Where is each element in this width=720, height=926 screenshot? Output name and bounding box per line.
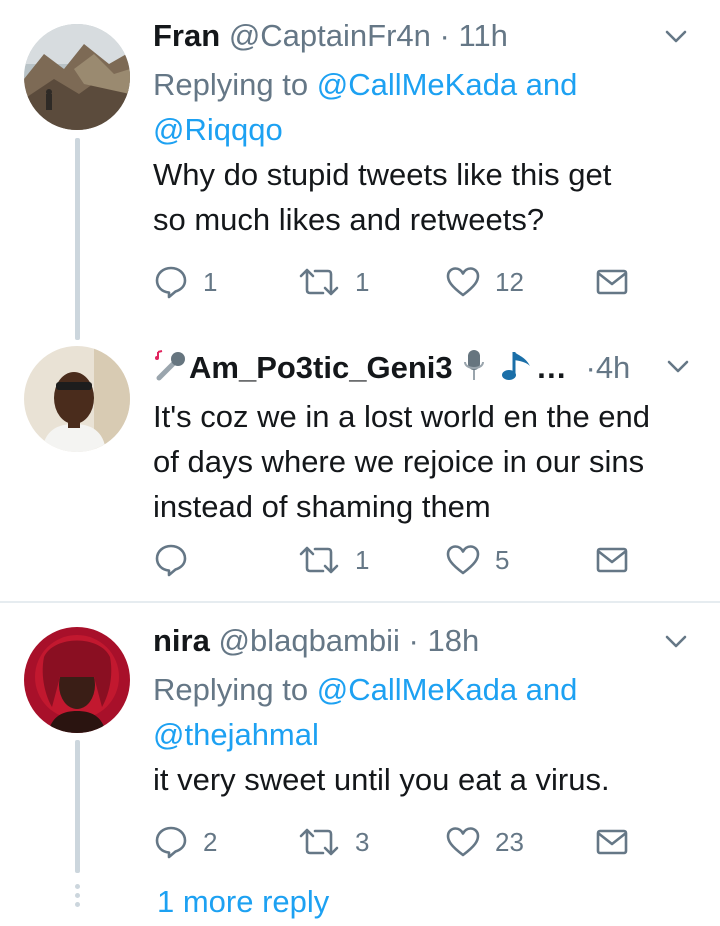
name-ellipsis: … <box>535 350 567 386</box>
reply-icon <box>153 824 189 860</box>
replying-to-label: Replying to <box>153 672 309 707</box>
retweet-icon <box>297 824 341 860</box>
more-replies-link[interactable]: 1 more reply <box>157 884 329 920</box>
direct-message-button[interactable] <box>595 540 629 580</box>
tweet-text: it very sweet until you eat a virus. <box>153 757 693 802</box>
separator: · <box>585 350 596 386</box>
tweet-1[interactable]: Fran @CaptainFr4n · 11h Replying to @Cal… <box>0 0 720 340</box>
tweet-actions: 1 5 <box>153 540 633 580</box>
reply-icon <box>153 542 189 578</box>
retweet-count: 1 <box>355 266 370 297</box>
display-name[interactable]: Am_Po3tic_Geni3 <box>189 350 453 385</box>
timestamp[interactable]: 4h <box>596 350 630 385</box>
tweet-text: It's coz we in a lost world en the end o… <box>153 394 693 529</box>
avatar[interactable] <box>24 627 130 733</box>
tweet-header: Am_Po3tic_Geni3 … ·4h <box>153 348 693 392</box>
reply-icon <box>153 264 189 300</box>
tweet-text-line: It's coz we in a lost world en the end <box>153 399 651 434</box>
direct-message-icon <box>595 267 629 297</box>
like-icon <box>445 824 481 860</box>
avatar[interactable] <box>24 24 130 130</box>
chevron-down-icon[interactable] <box>659 22 693 52</box>
chevron-down-icon[interactable] <box>659 627 693 657</box>
avatar[interactable] <box>24 346 130 452</box>
tweet-3[interactable]: nira @blaqbambii · 18h Replying to @Call… <box>0 603 720 926</box>
reply-count: 2 <box>203 826 218 857</box>
separator: · <box>439 18 450 53</box>
tweet-text-line: of days where we rejoice in our sins <box>153 444 645 479</box>
replying-to-line2: @thejahmal <box>153 712 693 757</box>
mention-link[interactable]: @Riqqqo <box>153 112 283 147</box>
replying-to: Replying to @CallMeKada and <box>153 667 693 712</box>
replying-to-label: Replying to <box>153 67 309 102</box>
retweet-icon <box>297 264 341 300</box>
direct-message-button[interactable] <box>595 822 629 862</box>
thread-line <box>75 740 80 873</box>
tweet-2[interactable]: Am_Po3tic_Geni3 … ·4h It's coz we in a l… <box>0 320 720 602</box>
direct-message-button[interactable] <box>595 262 629 302</box>
mention-link[interactable]: @CallMeKada and <box>317 672 578 707</box>
like-count: 23 <box>495 826 524 857</box>
tweet-header: nira @blaqbambii · 18h <box>153 623 693 659</box>
like-button[interactable]: 12 <box>445 262 524 302</box>
retweet-count: 3 <box>355 826 370 857</box>
reply-count: 1 <box>203 266 218 297</box>
thread-line <box>75 138 80 340</box>
tweet-text-line: instead of shaming them <box>153 489 491 524</box>
chevron-down-icon[interactable] <box>661 352 695 382</box>
display-name[interactable]: Fran <box>153 18 220 53</box>
retweet-button[interactable]: 1 <box>297 262 369 302</box>
music-note-emoji <box>496 348 536 392</box>
replying-to-line2: @Riqqqo <box>153 107 693 152</box>
replying-to: Replying to @CallMeKada and <box>153 62 693 107</box>
like-count: 5 <box>495 544 510 575</box>
mention-link[interactable]: @CallMeKada and <box>317 67 578 102</box>
username[interactable]: @blaqbambii <box>218 623 399 658</box>
timestamp[interactable]: 18h <box>427 623 479 658</box>
tweet-header: Fran @CaptainFr4n · 11h <box>153 18 693 54</box>
tweet-text: Why do stupid tweets like this get so mu… <box>153 152 693 242</box>
tweet-text-line: Why do stupid tweets like this get <box>153 157 612 192</box>
timestamp[interactable]: 11h <box>458 18 507 53</box>
like-button[interactable]: 23 <box>445 822 524 862</box>
retweet-icon <box>297 542 341 578</box>
microphone-emoji <box>461 348 487 392</box>
retweet-count: 1 <box>355 544 370 575</box>
tweet-text-line: so much likes and retweets? <box>153 202 545 237</box>
tweet-text-line: it very sweet until you eat a virus. <box>153 762 610 797</box>
microphone-emoji <box>153 348 189 392</box>
tweet-actions: 1 1 12 <box>153 262 633 302</box>
like-icon <box>445 264 481 300</box>
direct-message-icon <box>595 827 629 857</box>
retweet-button[interactable]: 1 <box>297 540 369 580</box>
like-button[interactable]: 5 <box>445 540 509 580</box>
direct-message-icon <box>595 545 629 575</box>
separator: · <box>408 623 419 658</box>
reply-button[interactable] <box>153 540 203 580</box>
username[interactable]: @CaptainFr4n <box>229 18 431 53</box>
reply-button[interactable]: 1 <box>153 262 217 302</box>
reply-button[interactable]: 2 <box>153 822 217 862</box>
mention-link[interactable]: @thejahmal <box>153 717 319 752</box>
like-icon <box>445 542 481 578</box>
display-name[interactable]: nira <box>153 623 210 658</box>
like-count: 12 <box>495 266 524 297</box>
tweet-actions: 2 3 23 <box>153 822 633 862</box>
thread-dots <box>75 884 80 911</box>
retweet-button[interactable]: 3 <box>297 822 369 862</box>
